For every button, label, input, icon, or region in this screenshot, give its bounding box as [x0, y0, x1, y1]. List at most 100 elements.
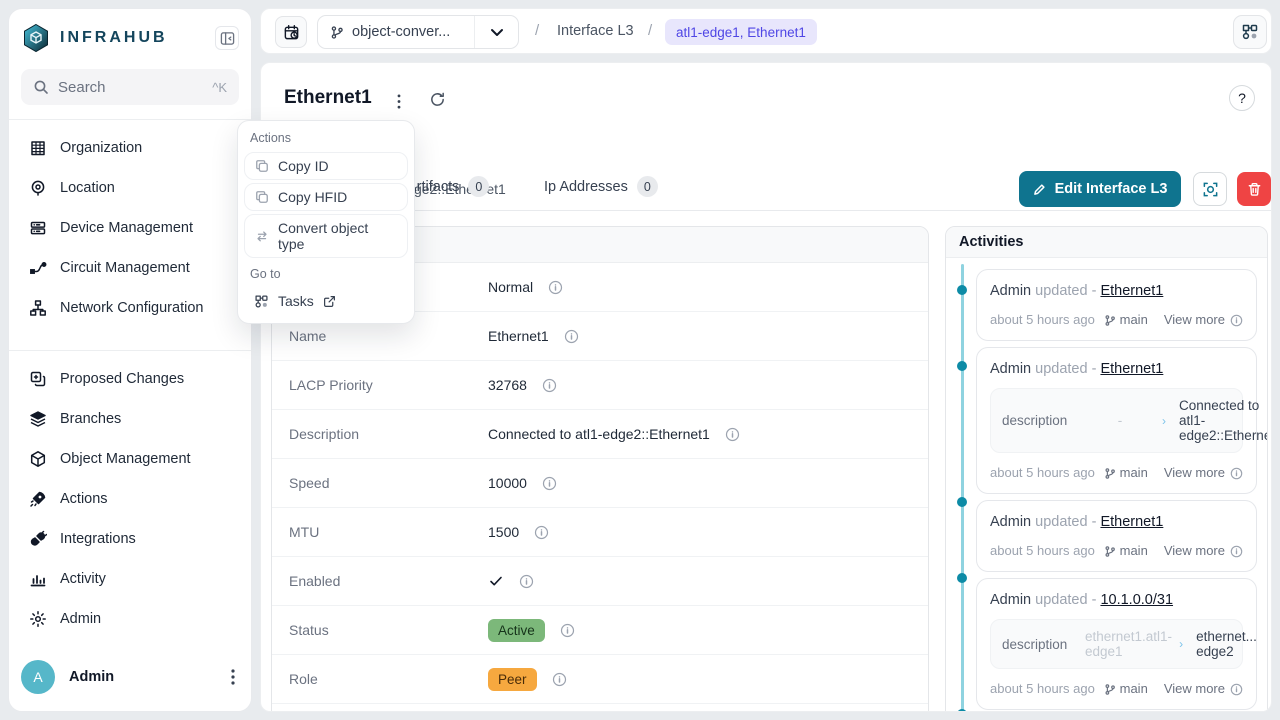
- delete-button[interactable]: [1237, 172, 1271, 206]
- sidebar-item-organization[interactable]: Organization: [9, 128, 251, 168]
- tab-count-badge: 0: [637, 176, 658, 197]
- help-button[interactable]: ?: [1229, 85, 1255, 111]
- row-label: Speed: [272, 475, 488, 491]
- refresh-icon[interactable]: [429, 91, 446, 108]
- menu-item-tasks[interactable]: Tasks: [244, 288, 408, 314]
- menu-item-copy-hfid[interactable]: Copy HFID: [244, 183, 408, 211]
- info-icon: [1230, 467, 1243, 480]
- chevron-down-icon[interactable]: [474, 16, 518, 48]
- sidebar-item-location[interactable]: Location: [9, 168, 251, 208]
- branch-selector[interactable]: object-conver...: [317, 15, 519, 49]
- info-icon[interactable]: [542, 476, 557, 491]
- activity-object-link[interactable]: Ethernet1: [1100, 283, 1163, 299]
- info-icon[interactable]: [560, 623, 575, 638]
- git-branch-icon: [1104, 545, 1116, 558]
- info-icon[interactable]: [725, 427, 740, 442]
- activity-action: updated -: [1035, 514, 1100, 530]
- sidebar-item-actions[interactable]: Actions: [9, 479, 251, 519]
- timeline-line: [961, 264, 964, 712]
- branch-name: object-conver...: [352, 24, 450, 40]
- info-icon: [1230, 545, 1243, 558]
- activity-actor: Admin: [990, 514, 1031, 530]
- git-branch-icon: [1104, 314, 1116, 327]
- activity-action: updated -: [1035, 592, 1100, 608]
- rocket-icon: [29, 490, 47, 508]
- activity-branch: main: [1120, 465, 1148, 481]
- task-manager-button[interactable]: [1233, 15, 1267, 49]
- table-row: Role Peer: [272, 655, 928, 704]
- activity-actor: Admin: [990, 283, 1031, 299]
- search-shortcut: ^K: [212, 80, 227, 95]
- building-icon: [29, 139, 47, 157]
- info-icon: [1230, 314, 1243, 327]
- info-icon[interactable]: [542, 378, 557, 393]
- row-label: MTU: [272, 524, 488, 540]
- activity-branch: main: [1120, 681, 1148, 697]
- sidebar-item-branches[interactable]: Branches: [9, 399, 251, 439]
- infrahub-logo-icon: [21, 23, 51, 53]
- table-row: Status Active: [272, 606, 928, 655]
- info-icon[interactable]: [552, 672, 567, 687]
- view-more-link[interactable]: View more: [1164, 543, 1225, 559]
- object-actions-kebab-icon[interactable]: [397, 94, 401, 109]
- user-kebab-icon[interactable]: [227, 665, 239, 689]
- timeline-dot: [957, 709, 967, 712]
- info-icon[interactable]: [534, 525, 549, 540]
- tab-label: Ip Addresses: [544, 179, 628, 195]
- sidebar-item-circuit-management[interactable]: Circuit Management: [9, 248, 251, 288]
- copy-icon: [255, 159, 269, 173]
- edit-interface-button[interactable]: Edit Interface L3: [1019, 171, 1181, 207]
- view-more-link[interactable]: View more: [1164, 312, 1225, 328]
- search-input[interactable]: Search ^K: [21, 69, 239, 105]
- sidebar-item-device-management[interactable]: Device Management: [9, 208, 251, 248]
- info-icon[interactable]: [548, 280, 563, 295]
- manage-groups-button[interactable]: [1193, 172, 1227, 206]
- info-icon[interactable]: [564, 329, 579, 344]
- breadcrumb-type[interactable]: Interface L3: [557, 23, 634, 39]
- row-label: Status: [272, 622, 488, 638]
- diff-new-value: Connected to atl1-edge2::Ethernet1: [1179, 398, 1268, 443]
- row-label: Description: [272, 426, 488, 442]
- sidebar-item-label: Branches: [60, 411, 121, 427]
- row-value: Ethernet1: [488, 328, 549, 344]
- sidebar-item-proposed-changes[interactable]: Proposed Changes: [9, 359, 251, 399]
- table-row: LACP Priority 32768: [272, 361, 928, 410]
- time-travel-button[interactable]: [275, 16, 307, 48]
- tab-ip-addresses[interactable]: Ip Addresses 0: [544, 176, 658, 197]
- activity-object-link[interactable]: Ethernet1: [1100, 361, 1163, 377]
- git-branch-icon: [1104, 467, 1116, 480]
- tab-artifacts[interactable]: Artifacts 0: [407, 176, 489, 197]
- activity-branch: main: [1120, 543, 1148, 559]
- view-more-link[interactable]: View more: [1164, 681, 1225, 697]
- sidebar-item-admin[interactable]: Admin: [9, 599, 251, 639]
- sidebar-item-activity[interactable]: Activity: [9, 559, 251, 599]
- sidebar-item-label: Integrations: [60, 531, 136, 547]
- breadcrumb-separator: /: [535, 22, 539, 39]
- search-icon: [33, 79, 49, 95]
- sidebar-item-object-management[interactable]: Object Management: [9, 439, 251, 479]
- info-icon: [1230, 683, 1243, 696]
- info-icon[interactable]: [519, 574, 534, 589]
- sidebar-collapse-icon[interactable]: [215, 26, 239, 50]
- row-value: Normal: [488, 279, 533, 295]
- breadcrumb-object[interactable]: atl1-edge1, Ethernet1: [665, 19, 817, 45]
- object-actions-menu: Actions Copy ID Copy HFID Convert object…: [237, 120, 415, 324]
- diff-field-name: description: [1002, 413, 1078, 428]
- row-label: Name: [272, 328, 488, 344]
- sidebar-item-integrations[interactable]: Integrations: [9, 519, 251, 559]
- diff-old-value: -: [1085, 413, 1155, 428]
- timeline-dot: [957, 573, 967, 583]
- activities-timeline: Admin updated - Ethernet1 about 5 hours …: [946, 258, 1267, 712]
- view-more-link[interactable]: View more: [1164, 465, 1225, 481]
- nav-primary: Organization Location Device Management: [9, 120, 251, 336]
- menu-item-convert-object-type[interactable]: Convert object type: [244, 214, 408, 258]
- activity-card: Admin updated - 10.1.0.0/31 description …: [976, 578, 1257, 710]
- activity-object-link[interactable]: 10.1.0.0/31: [1100, 592, 1173, 608]
- table-row: MTU 1500: [272, 508, 928, 557]
- sidebar-item-network-configuration[interactable]: Network Configuration: [9, 288, 251, 328]
- menu-item-copy-id[interactable]: Copy ID: [244, 152, 408, 180]
- page-title: Ethernet1: [284, 87, 372, 109]
- timeline-dot: [957, 497, 967, 507]
- activity-object-link[interactable]: Ethernet1: [1100, 514, 1163, 530]
- user-menu[interactable]: A Admin: [21, 655, 239, 699]
